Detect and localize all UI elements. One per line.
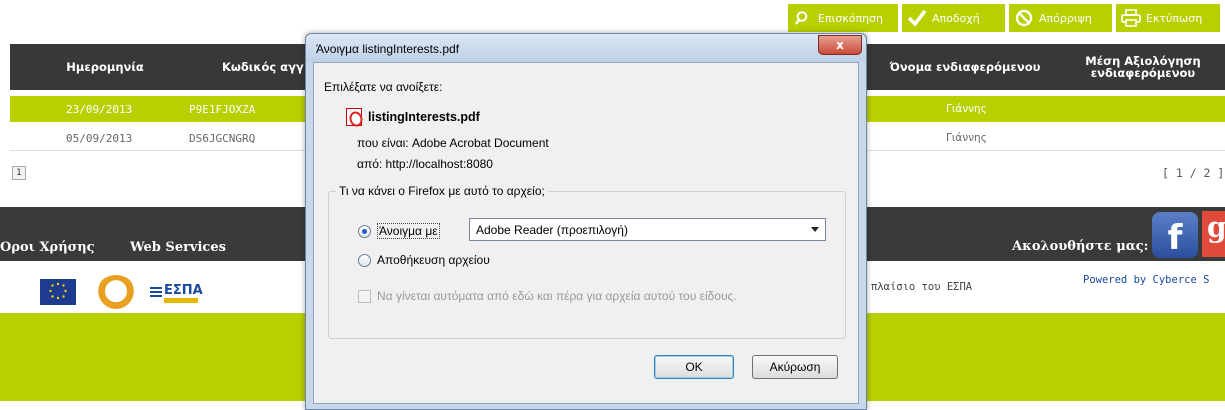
reject-button[interactable]: Απόρριψη: [1009, 4, 1112, 32]
open-file-dialog: Άνοιγμα listingInterests.pdf x Επιλέξατε…: [305, 33, 867, 410]
printer-icon: [1120, 7, 1142, 29]
file-source: από: http://localhost:8080: [357, 157, 493, 171]
auto-action-label: Να γίνεται αυτόματα από εδώ και πέρα για…: [377, 289, 737, 303]
chevron-down-icon: [811, 227, 819, 232]
dialog-prompt: Επιλέξατε να ανοίξετε:: [324, 80, 443, 94]
preview-label: Επισκόπηση: [818, 11, 884, 25]
web-services-link[interactable]: Web Services: [130, 240, 226, 255]
row-code: P9E1FJOXZA: [189, 102, 256, 116]
follow-us-label: Ακολουθήστε μας:: [1012, 239, 1149, 254]
facebook-icon[interactable]: f: [1152, 212, 1198, 258]
accept-button[interactable]: Αποδοχή: [902, 4, 1005, 32]
page-button[interactable]: 1: [12, 166, 26, 180]
preview-button[interactable]: Επισκόπηση: [788, 4, 898, 32]
program-logo: [96, 275, 136, 311]
row-date: 23/09/2013: [66, 102, 133, 116]
auto-action-checkbox: [358, 289, 371, 303]
reject-label: Απόρριψη: [1039, 11, 1092, 25]
open-with-label: Άνοιγμα με: [377, 223, 440, 239]
file-type: που είναι: Adobe Acrobat Document: [357, 136, 549, 150]
page: Επισκόπηση Αποδοχή Απόρριψη Εκτύπωση Ημε…: [0, 0, 1225, 410]
column-header-rating[interactable]: Μέση Αξιολόγηση ενδιαφερόμενου: [1068, 44, 1218, 90]
ok-button[interactable]: OK: [654, 355, 734, 379]
eu-flag-logo: [40, 279, 76, 305]
close-button[interactable]: x: [818, 35, 862, 55]
open-with-radio[interactable]: [358, 224, 371, 238]
column-header-name[interactable]: Όνομα ενδιαφερόμενου: [880, 44, 1050, 90]
column-header-code[interactable]: Κωδικός αγγ: [222, 44, 312, 90]
google-plus-icon[interactable]: g: [1202, 211, 1225, 257]
search-icon: [792, 7, 814, 29]
save-file-label: Αποθήκευση αρχείου: [377, 253, 490, 267]
page-indicator: [ 1 / 2 ]: [1162, 166, 1225, 180]
close-icon: x: [836, 38, 844, 52]
open-with-option[interactable]: Άνοιγμα με: [358, 223, 440, 239]
dialog-body: Επιλέξατε να ανοίξετε: listingInterests.…: [313, 62, 859, 404]
espa-logo: ΕΣΠΑ: [150, 283, 206, 305]
row-code: DS6JGCNGRQ: [189, 131, 256, 145]
accept-label: Αποδοχή: [932, 11, 980, 25]
column-header-date[interactable]: Ημερομηνία: [30, 44, 180, 90]
save-file-radio[interactable]: [358, 253, 371, 267]
save-file-option[interactable]: Αποθήκευση αρχείου: [358, 253, 490, 267]
auto-action-option: Να γίνεται αυτόματα από εδώ και πέρα για…: [358, 289, 737, 303]
application-select[interactable]: Adobe Reader (προεπιλογή): [469, 218, 826, 241]
checkmark-icon: [906, 7, 928, 29]
application-select-value: Adobe Reader (προεπιλογή): [476, 222, 628, 237]
row-name: Γιάννης: [946, 132, 987, 144]
action-bar: Επισκόπηση Αποδοχή Απόρριψη Εκτύπωση: [788, 4, 1220, 32]
row-date: 05/09/2013: [66, 131, 133, 145]
file-name: listingInterests.pdf: [368, 110, 480, 124]
cancel-button[interactable]: Ακύρωση: [752, 355, 838, 379]
dialog-titlebar[interactable]: Άνοιγμα listingInterests.pdf x: [306, 34, 866, 62]
dialog-title: Άνοιγμα listingInterests.pdf: [316, 42, 460, 56]
pdf-file-icon: [346, 108, 362, 126]
espa-text: το πλαίσιο του ΕΣΠΑ: [852, 281, 973, 293]
action-group-title: Τι να κάνει ο Firefox με αυτό το αρχείο;: [336, 184, 548, 198]
block-icon: [1013, 7, 1035, 29]
print-label: Εκτύπωση: [1146, 11, 1203, 25]
row-name: Γιάννης: [946, 103, 987, 115]
terms-link[interactable]: Οροι Χρήσης: [0, 240, 95, 255]
print-button[interactable]: Εκτύπωση: [1116, 4, 1220, 32]
powered-by-link[interactable]: Powered by Cyberce S: [1083, 274, 1209, 286]
